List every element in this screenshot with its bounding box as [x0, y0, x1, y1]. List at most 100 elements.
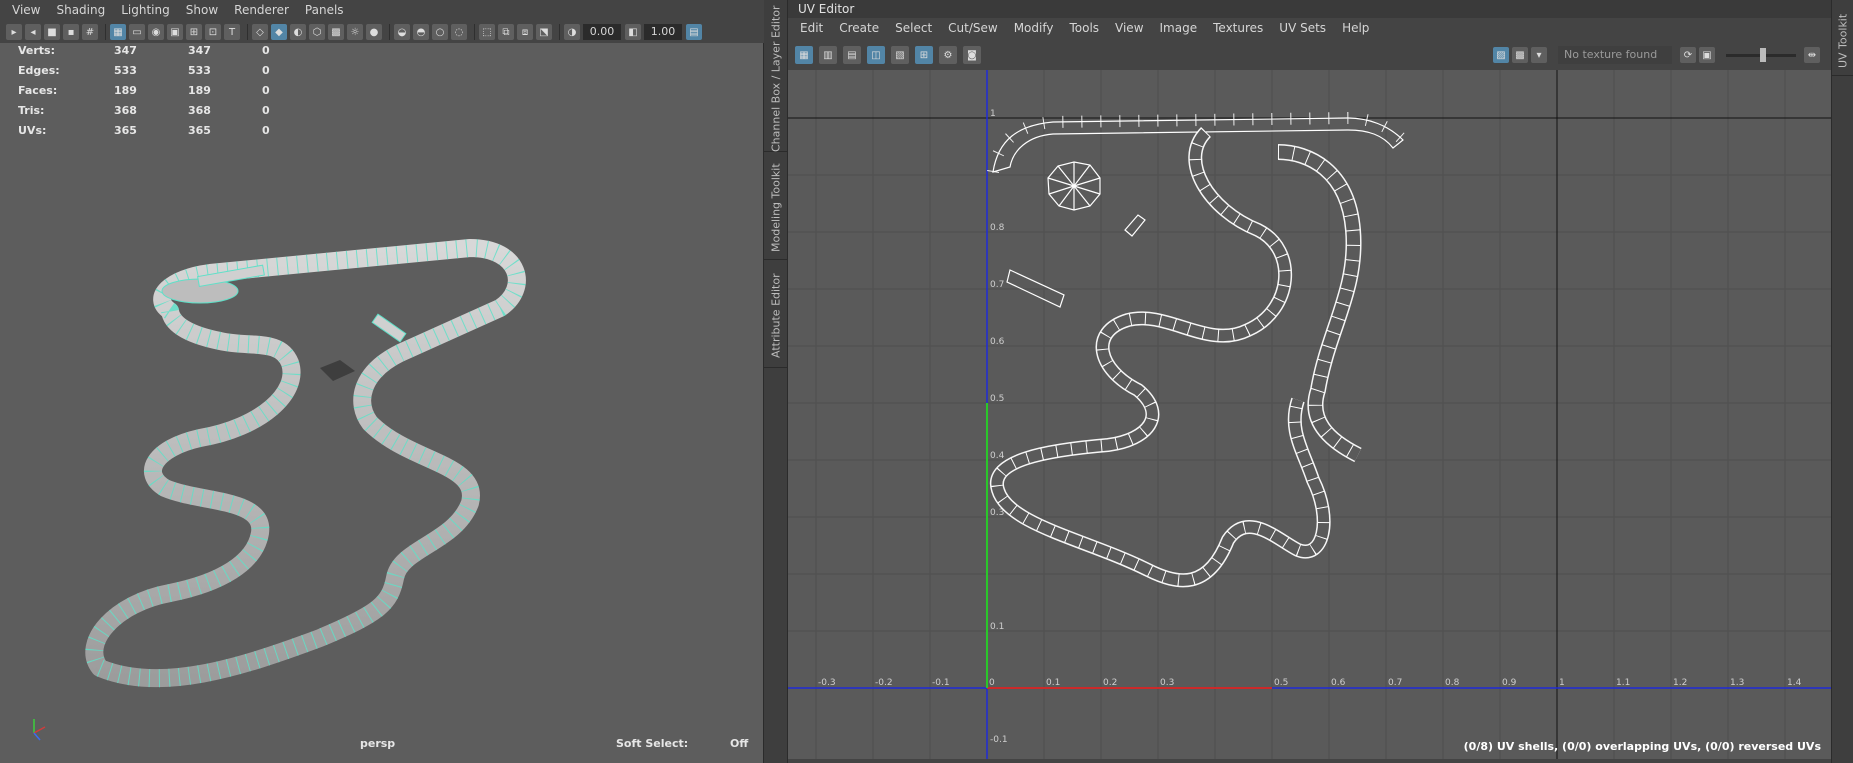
- texture-refresh-icon[interactable]: ⟳: [1680, 47, 1696, 63]
- shadows-icon[interactable]: ●: [366, 24, 382, 40]
- depth-of-field-icon[interactable]: ◌: [451, 24, 467, 40]
- wireframe-icon[interactable]: ◇: [252, 24, 268, 40]
- uv-menu-image[interactable]: Image: [1152, 18, 1206, 39]
- color-management-icon[interactable]: ▤: [686, 24, 702, 40]
- origin-shadow: [320, 360, 355, 381]
- uv-menu-edit[interactable]: Edit: [792, 18, 831, 39]
- texture-select-field[interactable]: No texture found: [1558, 46, 1672, 64]
- xray-joints-icon[interactable]: ⧈: [517, 24, 533, 40]
- smooth-shade-icon[interactable]: ◆: [271, 24, 287, 40]
- uv-grid-display-icon[interactable]: ▧: [891, 46, 909, 64]
- textured-icon[interactable]: ▩: [328, 24, 344, 40]
- uv-menu-view[interactable]: View: [1107, 18, 1151, 39]
- x-tick-label: 1.3: [1730, 678, 1744, 688]
- soft-select-value: Off: [730, 737, 749, 750]
- isolate-select-icon[interactable]: ⬚: [479, 24, 495, 40]
- x-tick-label: -0.1: [932, 678, 950, 688]
- camera-name-label: persp: [360, 737, 396, 750]
- checker-map-icon[interactable]: ▩: [1512, 47, 1528, 63]
- uv-select-mode-icon[interactable]: ▦: [795, 46, 813, 64]
- tab-modeling-toolkit[interactable]: Modeling Toolkit: [764, 156, 788, 260]
- menu-view[interactable]: View: [4, 0, 48, 21]
- uv-menu-help[interactable]: Help: [1334, 18, 1377, 39]
- x-tick-label: 0.1: [1046, 678, 1060, 688]
- uv-menu-modify[interactable]: Modify: [1006, 18, 1062, 39]
- uv-shell-status: (0/8) UV shells, (0/0) overlapping UVs, …: [1463, 740, 1821, 753]
- uv-menu-textures[interactable]: Textures: [1205, 18, 1271, 39]
- safe-title-icon[interactable]: T: [224, 24, 240, 40]
- tab-channel-box[interactable]: Channel Box / Layer Editor: [764, 5, 788, 152]
- field-chart-icon[interactable]: ⊞: [186, 24, 202, 40]
- uv-texture-space-viewport[interactable]: -0.3 -0.2 -0.1 0 0.1 0.2 0.3 0.5 0.6 0.7…: [788, 70, 1831, 759]
- tab-uv-toolkit[interactable]: UV Toolkit: [1832, 6, 1853, 76]
- image-toggle-icon[interactable]: ▣: [1699, 47, 1715, 63]
- uv-editor-menubar: Edit Create Select Cut/Sew Modify Tools …: [788, 18, 1831, 39]
- y-tick-label: 0.1: [990, 622, 1004, 632]
- menu-renderer[interactable]: Renderer: [226, 0, 297, 21]
- menu-lighting[interactable]: Lighting: [113, 0, 178, 21]
- x-tick-label: 0: [989, 678, 995, 688]
- image-plane-icon[interactable]: ▪: [63, 24, 79, 40]
- toolbar-divider: [247, 24, 248, 40]
- track-mesh-3d-view[interactable]: [0, 43, 763, 763]
- backface-icon[interactable]: ⬔: [536, 24, 552, 40]
- track-bridge[interactable]: [371, 313, 407, 343]
- uv-shell-middle-strip[interactable]: [989, 127, 1331, 588]
- uv-shell-disc[interactable]: [1047, 161, 1101, 211]
- uv-shell-small-bridge[interactable]: [1124, 214, 1146, 237]
- uv-shaded-icon[interactable]: ◫: [867, 46, 885, 64]
- grid-icon[interactable]: ▦: [110, 24, 126, 40]
- gamma-field[interactable]: 1.00: [644, 24, 682, 40]
- default-material-icon[interactable]: ◐: [290, 24, 306, 40]
- menu-show[interactable]: Show: [178, 0, 226, 21]
- image-display-icon[interactable]: ▨: [1493, 47, 1509, 63]
- grid-toggle-icon[interactable]: #: [82, 24, 98, 40]
- resolution-gate-icon[interactable]: ◉: [148, 24, 164, 40]
- x-tick-label: 0.7: [1388, 678, 1402, 688]
- anti-aliasing-icon[interactable]: ○: [432, 24, 448, 40]
- checker-shell-icon[interactable]: ▤: [843, 46, 861, 64]
- uv-menu-tools[interactable]: Tools: [1061, 18, 1107, 39]
- exposure-field[interactable]: 0.00: [583, 24, 621, 40]
- motion-blur-icon[interactable]: ◓: [413, 24, 429, 40]
- texture-dim-slider[interactable]: [1726, 47, 1796, 62]
- track-mesh[interactable]: [85, 239, 526, 688]
- xray-icon[interactable]: ⧉: [498, 24, 514, 40]
- lights-icon[interactable]: ☼: [347, 24, 363, 40]
- menu-panels[interactable]: Panels: [297, 0, 352, 21]
- uv-menu-cut-sew[interactable]: Cut/Sew: [940, 18, 1006, 39]
- shell-select-icon[interactable]: ▥: [819, 46, 837, 64]
- safe-action-icon[interactable]: ⊡: [205, 24, 221, 40]
- expand-icon[interactable]: ⇹: [1804, 47, 1820, 63]
- uv-grid-icon[interactable]: ⊞: [915, 46, 933, 64]
- toolbar-divider: [389, 24, 390, 40]
- y-tick-label: 0.7: [990, 280, 1004, 290]
- uv-menu-uv-sets[interactable]: UV Sets: [1271, 18, 1334, 39]
- gate-mask-icon[interactable]: ▣: [167, 24, 183, 40]
- camera-attributes-icon[interactable]: ◂: [25, 24, 41, 40]
- film-gate-icon[interactable]: ▭: [129, 24, 145, 40]
- uv-grid-canvas[interactable]: -0.3 -0.2 -0.1 0 0.1 0.2 0.3 0.5 0.6 0.7…: [788, 70, 1831, 759]
- exposure-icon[interactable]: ◑: [564, 24, 580, 40]
- side-tab-strip: Channel Box / Layer Editor Modeling Tool…: [764, 0, 788, 763]
- menu-shading[interactable]: Shading: [48, 0, 113, 21]
- uv-menu-create[interactable]: Create: [831, 18, 887, 39]
- y-tick-label: 1: [990, 109, 996, 119]
- x-tick-label: 1.4: [1787, 678, 1802, 688]
- tab-attribute-editor[interactable]: Attribute Editor: [764, 264, 788, 368]
- uv-settings-icon[interactable]: ⚙: [939, 46, 957, 64]
- x-tick-label: -0.3: [818, 678, 836, 688]
- uv-menu-select[interactable]: Select: [887, 18, 940, 39]
- wireframe-on-shaded-icon[interactable]: ⬡: [309, 24, 325, 40]
- chevron-down-icon[interactable]: ▾: [1531, 47, 1547, 63]
- uv-texture-tools: ▨ ▩ ▾ No texture found ⟳ ▣ ⇹: [1493, 43, 1823, 67]
- gamma-icon[interactable]: ◧: [625, 24, 641, 40]
- ambient-occlusion-icon[interactable]: ◒: [394, 24, 410, 40]
- x-tick-label: 1.1: [1616, 678, 1630, 688]
- bookmark-icon[interactable]: ■: [44, 24, 60, 40]
- uv-shell-middle-edges: [990, 127, 1330, 587]
- uv-shells[interactable]: [987, 111, 1408, 588]
- snapshot-icon[interactable]: ◙: [963, 46, 981, 64]
- camera-select-icon[interactable]: ▸: [6, 24, 22, 40]
- slider-handle[interactable]: [1760, 47, 1766, 62]
